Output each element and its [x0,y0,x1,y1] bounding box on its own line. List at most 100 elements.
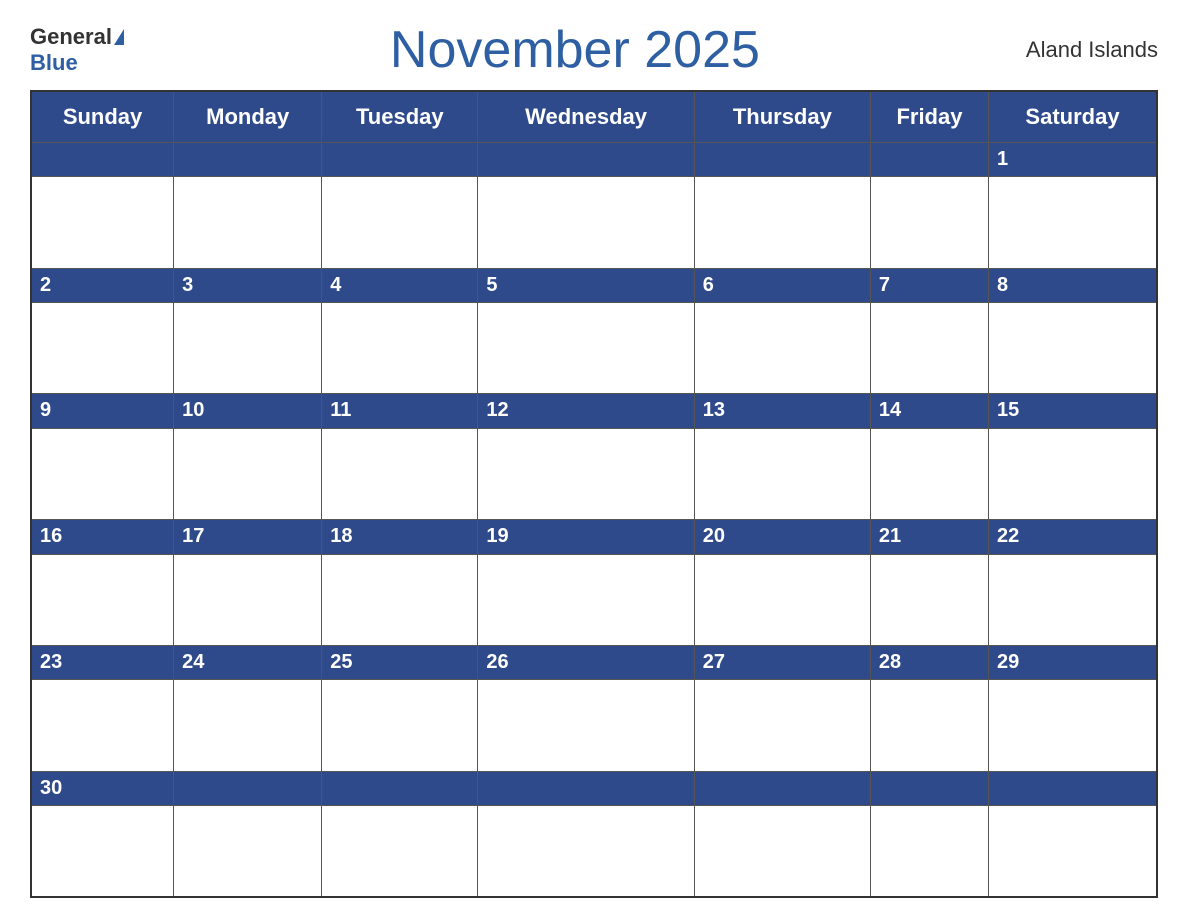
content-cell [31,428,174,519]
date-cell [870,771,988,805]
content-cell [31,303,174,394]
date-cell [694,771,870,805]
content-cell [31,554,174,645]
region-label: Aland Islands [1026,37,1158,63]
day-header-friday: Friday [870,91,988,143]
content-cell [174,806,322,897]
week-date-row-6: 30 [31,771,1157,805]
date-cell: 28 [870,645,988,679]
date-cell [478,771,694,805]
logo-general-text: General [30,24,112,50]
content-cell [988,680,1157,771]
content-cell [174,428,322,519]
content-cell [478,680,694,771]
date-cell: 26 [478,645,694,679]
content-cell [31,806,174,897]
content-cell [694,428,870,519]
day-header-thursday: Thursday [694,91,870,143]
content-cell [694,303,870,394]
content-cell [174,680,322,771]
content-cell [478,554,694,645]
week-content-row-2 [31,303,1157,394]
content-cell [478,806,694,897]
date-cell [870,143,988,177]
week-date-row-2: 2345678 [31,268,1157,302]
date-cell [174,143,322,177]
content-cell [988,554,1157,645]
day-header-tuesday: Tuesday [322,91,478,143]
date-cell [322,143,478,177]
day-header-saturday: Saturday [988,91,1157,143]
content-cell [694,680,870,771]
content-cell [870,177,988,268]
day-header-monday: Monday [174,91,322,143]
page-header: General Blue November 2025 Aland Islands [30,20,1158,80]
date-cell: 1 [988,143,1157,177]
date-cell: 13 [694,394,870,428]
content-cell [988,303,1157,394]
date-cell: 15 [988,394,1157,428]
date-cell: 18 [322,520,478,554]
logo: General Blue [30,24,124,76]
date-cell: 2 [31,268,174,302]
content-cell [870,680,988,771]
date-cell [174,771,322,805]
date-cell: 27 [694,645,870,679]
date-cell: 12 [478,394,694,428]
date-cell: 24 [174,645,322,679]
calendar-table: SundayMondayTuesdayWednesdayThursdayFrid… [30,90,1158,898]
week-content-row-3 [31,428,1157,519]
content-cell [870,428,988,519]
date-cell: 7 [870,268,988,302]
date-cell [322,771,478,805]
date-cell: 4 [322,268,478,302]
date-cell [988,771,1157,805]
week-date-row-3: 9101112131415 [31,394,1157,428]
date-cell: 16 [31,520,174,554]
date-cell: 5 [478,268,694,302]
week-date-row-5: 23242526272829 [31,645,1157,679]
week-content-row-1 [31,177,1157,268]
content-cell [988,428,1157,519]
content-cell [694,177,870,268]
content-cell [174,554,322,645]
content-cell [174,177,322,268]
week-content-row-4 [31,554,1157,645]
content-cell [988,177,1157,268]
content-cell [478,303,694,394]
date-cell: 17 [174,520,322,554]
week-date-row-4: 16171819202122 [31,520,1157,554]
week-date-row-1: 1 [31,143,1157,177]
page-title: November 2025 [390,20,760,80]
date-cell [478,143,694,177]
date-cell: 30 [31,771,174,805]
day-header-wednesday: Wednesday [478,91,694,143]
date-cell: 3 [174,268,322,302]
date-cell: 14 [870,394,988,428]
content-cell [694,554,870,645]
logo-blue-text: Blue [30,50,78,76]
date-cell [694,143,870,177]
content-cell [322,554,478,645]
date-cell: 10 [174,394,322,428]
content-cell [694,806,870,897]
content-cell [870,303,988,394]
date-cell: 11 [322,394,478,428]
date-cell: 21 [870,520,988,554]
content-cell [31,680,174,771]
date-cell [31,143,174,177]
date-cell: 29 [988,645,1157,679]
date-cell: 23 [31,645,174,679]
content-cell [31,177,174,268]
date-cell: 25 [322,645,478,679]
content-cell [870,554,988,645]
day-header-sunday: Sunday [31,91,174,143]
day-headers-row: SundayMondayTuesdayWednesdayThursdayFrid… [31,91,1157,143]
date-cell: 6 [694,268,870,302]
content-cell [322,303,478,394]
content-cell [322,680,478,771]
date-cell: 20 [694,520,870,554]
content-cell [174,303,322,394]
content-cell [322,177,478,268]
week-content-row-6 [31,806,1157,897]
